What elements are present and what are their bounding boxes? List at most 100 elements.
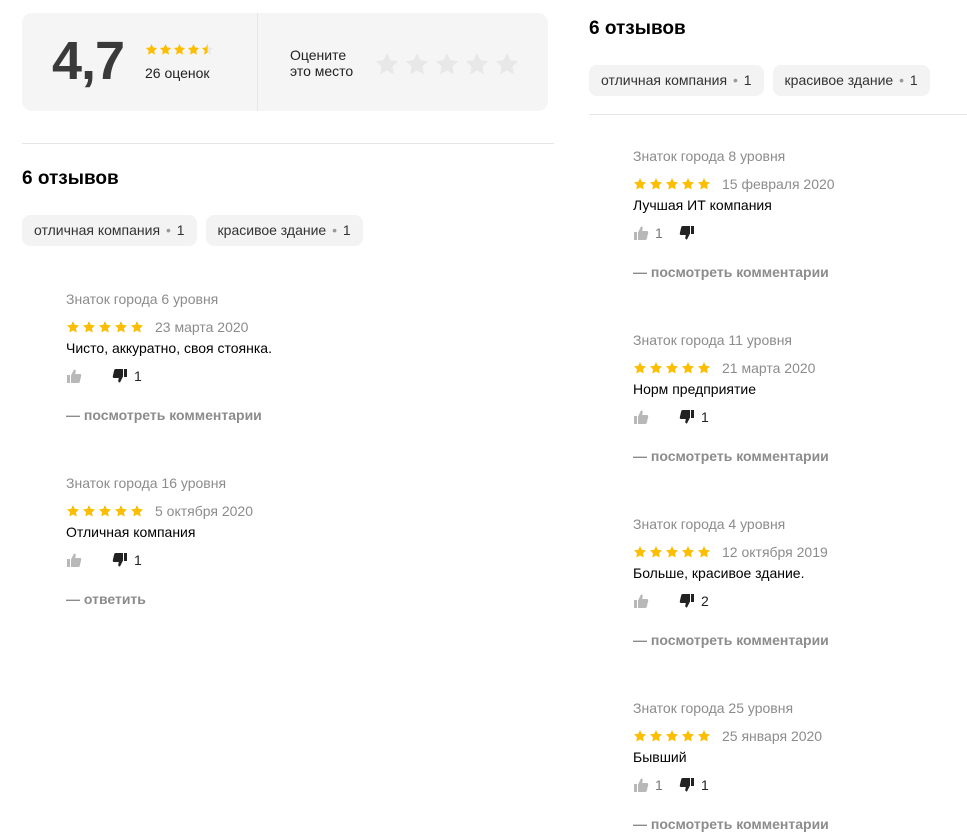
- rating-stars: [145, 43, 214, 56]
- rate-star-icon[interactable]: [374, 51, 400, 77]
- review-votes: 1: [633, 224, 953, 242]
- tag-separator: •: [162, 222, 175, 238]
- review-text: Больше, красивое здание.: [633, 565, 805, 581]
- review-date: 5 октября 2020: [155, 503, 253, 519]
- star-icon: [201, 43, 214, 55]
- star-icon: [697, 178, 711, 190]
- review-author[interactable]: Знаток города 16 уровня: [66, 474, 386, 492]
- rate-star-icon[interactable]: [494, 51, 520, 77]
- review-action-link[interactable]: — посмотреть комментарии: [633, 632, 953, 648]
- review-item: Знаток города 6 уровня 23 марта 2020 Чисто…: [66, 290, 386, 423]
- review-author[interactable]: Знаток города 11 уровня: [633, 331, 953, 349]
- star-icon: [665, 178, 679, 190]
- tag-count: 1: [176, 222, 185, 238]
- thumbs-up-icon: [67, 553, 82, 567]
- review-text: Лучшая ИТ компания: [633, 197, 772, 213]
- star-icon: [114, 505, 128, 517]
- tag-label: красивое здание: [217, 222, 327, 238]
- review-stars: [633, 361, 711, 375]
- tag-chip[interactable]: красивое здание • 1: [205, 215, 363, 246]
- like-button[interactable]: 1: [633, 777, 679, 793]
- review-votes: 2: [633, 592, 953, 610]
- like-button[interactable]: [66, 368, 112, 384]
- star-icon: [633, 546, 647, 558]
- star-icon: [697, 362, 711, 374]
- star-icon: [173, 43, 186, 55]
- review-author[interactable]: Знаток города 8 уровня: [633, 147, 953, 165]
- star-icon: [98, 321, 112, 333]
- dislike-button[interactable]: 1: [112, 552, 158, 568]
- review-votes: 1: [66, 367, 386, 385]
- star-icon: [697, 546, 711, 558]
- review-meta: 12 октября 2019: [633, 543, 953, 561]
- review-stars: [633, 545, 711, 559]
- review-text: Чисто, аккуратно, своя стоянка.: [66, 340, 272, 356]
- rate-label-line2: это место: [290, 63, 354, 79]
- rate-label-line1: Оцените: [290, 47, 347, 63]
- review-author[interactable]: Знаток города 25 уровня: [633, 699, 953, 717]
- like-button[interactable]: [66, 552, 112, 568]
- rating-value: 4,7: [52, 31, 125, 91]
- tag-label: отличная компания: [34, 222, 161, 238]
- review-author[interactable]: Знаток города 4 уровня: [633, 515, 953, 533]
- rate-place-label: Оцените это место: [290, 47, 353, 79]
- star-icon: [130, 321, 144, 333]
- tag-separator: •: [729, 72, 742, 88]
- star-icon: [98, 505, 112, 517]
- review-date: 12 октября 2019: [722, 544, 828, 560]
- dislike-count: 1: [701, 777, 709, 793]
- thumbs-down-icon: [679, 226, 694, 240]
- tag-separator: •: [895, 72, 908, 88]
- like-button[interactable]: 1: [633, 225, 679, 241]
- thumbs-up-icon: [634, 410, 649, 424]
- star-icon: [681, 178, 695, 190]
- like-count: 1: [655, 777, 663, 793]
- star-icon: [697, 730, 711, 742]
- dislike-button[interactable]: 1: [112, 368, 158, 384]
- rate-star-icon[interactable]: [434, 51, 460, 77]
- tag-count: 1: [743, 72, 752, 88]
- review-action-link[interactable]: — посмотреть комментарии: [633, 264, 953, 280]
- tag-count: 1: [909, 72, 918, 88]
- rate-star-icon[interactable]: [464, 51, 490, 77]
- dislike-button[interactable]: 2: [679, 593, 725, 609]
- dislike-count: 1: [134, 368, 142, 384]
- dislike-button[interactable]: 1: [679, 409, 725, 425]
- review-meta: 23 марта 2020: [66, 318, 386, 336]
- star-icon: [66, 321, 80, 333]
- thumbs-down-icon: [679, 778, 694, 792]
- star-icon: [649, 178, 663, 190]
- review-date: 23 марта 2020: [155, 319, 249, 335]
- review-meta: 5 октября 2020: [66, 502, 386, 520]
- review-text: Норм предприятие: [633, 381, 756, 397]
- star-icon: [82, 505, 96, 517]
- dislike-button[interactable]: 1: [679, 777, 725, 793]
- review-meta: 21 марта 2020: [633, 359, 953, 377]
- review-action-link[interactable]: — посмотреть комментарии: [633, 448, 953, 464]
- star-icon: [681, 362, 695, 374]
- rate-stars-input[interactable]: [374, 51, 520, 77]
- review-item: Знаток города 11 уровня 21 марта 2020 Норм…: [633, 331, 953, 464]
- rate-star-icon[interactable]: [404, 51, 430, 77]
- thumbs-up-icon: [634, 778, 649, 792]
- thumbs-down-icon: [679, 410, 694, 424]
- like-button[interactable]: [633, 593, 679, 609]
- review-action-link[interactable]: — ответить: [66, 591, 386, 607]
- review-action-link[interactable]: — посмотреть комментарии: [66, 407, 386, 423]
- thumbs-up-icon: [634, 226, 649, 240]
- star-icon: [633, 730, 647, 742]
- review-action-link[interactable]: — посмотреть комментарии: [633, 816, 953, 832]
- review-date: 21 марта 2020: [722, 360, 816, 376]
- thumbs-up-icon: [67, 369, 82, 383]
- card-divider: [257, 13, 258, 111]
- tag-chip[interactable]: отличная компания • 1: [589, 65, 764, 96]
- like-button[interactable]: [633, 409, 679, 425]
- thumbs-up-icon: [634, 594, 649, 608]
- tag-chip[interactable]: красивое здание • 1: [772, 65, 930, 96]
- star-icon: [66, 505, 80, 517]
- dislike-count: 2: [701, 593, 709, 609]
- dislike-button[interactable]: [679, 225, 725, 241]
- review-stars: [633, 177, 711, 191]
- review-author[interactable]: Знаток города 6 уровня: [66, 290, 386, 308]
- tag-chip[interactable]: отличная компания • 1: [22, 215, 197, 246]
